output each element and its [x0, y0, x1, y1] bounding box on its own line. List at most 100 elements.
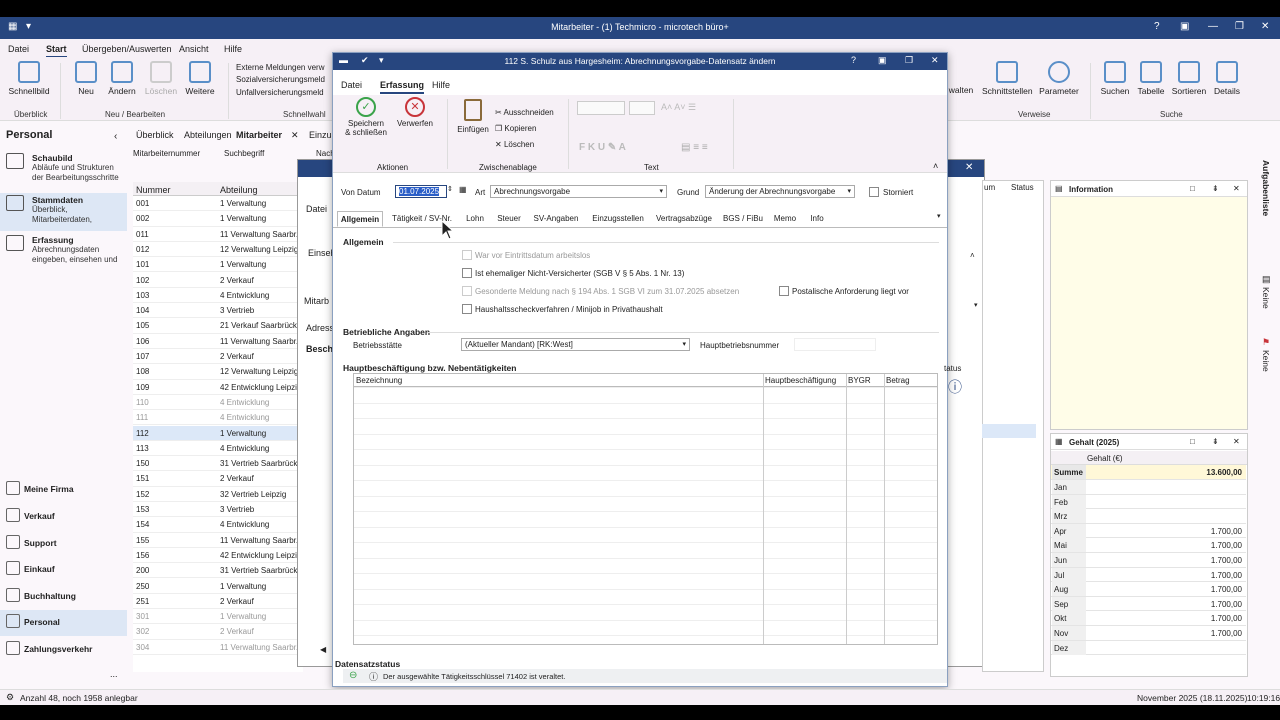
- salary-month-row[interactable]: Mrz: [1051, 509, 1246, 524]
- table-row[interactable]: 001 1 Verwaltung: [133, 196, 303, 212]
- nav-support[interactable]: Support: [0, 531, 127, 555]
- table-row[interactable]: 105 21 Verkauf Saarbrück: [133, 318, 303, 334]
- dialog-menu-datei[interactable]: Datei: [341, 80, 362, 90]
- save-close-button[interactable]: ✓ Speichern & schließen: [341, 97, 391, 137]
- edit-button[interactable]: Ändern: [106, 61, 138, 96]
- tab-sv-angaben[interactable]: SV-Angaben: [529, 211, 583, 227]
- table-row[interactable]: 152 32 Vertrieb Leipzig: [133, 487, 303, 502]
- tab-allgemein[interactable]: Allgemein: [337, 211, 383, 227]
- table-row[interactable]: 111 4 Entwicklung: [133, 410, 303, 426]
- tabs-dropdown-icon[interactable]: ▾: [937, 212, 941, 220]
- help-icon[interactable]: ?: [1154, 21, 1160, 32]
- table-row[interactable]: 011 11 Verwaltung Saarbr.: [133, 227, 303, 242]
- tab-lohn[interactable]: Lohn: [461, 211, 489, 227]
- font-family-select[interactable]: [577, 101, 625, 115]
- format-icons[interactable]: F K U ✎ A: [579, 142, 626, 153]
- table-row[interactable]: 155 11 Verwaltung Saarbr.: [133, 533, 303, 548]
- nav-zahlungsverkehr[interactable]: Zahlungsverkehr: [0, 637, 127, 661]
- new-button[interactable]: Neu: [72, 61, 100, 96]
- menu-hilfe[interactable]: Hilfe: [224, 44, 242, 54]
- details-button[interactable]: Details: [1212, 61, 1242, 96]
- table-row[interactable]: 154 4 Entwicklung: [133, 517, 303, 533]
- date-stepper-icon[interactable]: ⇕: [447, 185, 453, 193]
- panel-pin-icon[interactable]: ⇟: [1212, 437, 1219, 446]
- table-row[interactable]: 002 1 Verwaltung: [133, 211, 303, 227]
- tab-info[interactable]: Info: [805, 211, 829, 227]
- col-betrag[interactable]: Betrag: [886, 376, 910, 385]
- salary-month-row[interactable]: Nov 1.700,00: [1051, 626, 1246, 641]
- dlg2-adress[interactable]: Adress: [306, 323, 334, 333]
- menu-datei[interactable]: Datei: [8, 44, 29, 54]
- table-row[interactable]: 101 1 Verwaltung: [133, 257, 303, 273]
- table-row[interactable]: 106 11 Verwaltung Saarbr.: [133, 334, 303, 349]
- panel-restore-icon[interactable]: □: [1190, 184, 1195, 193]
- cut-button[interactable]: ✂ Ausschneiden: [495, 108, 554, 117]
- tab-steuer[interactable]: Steuer: [493, 211, 525, 227]
- col-hauptbeschaeftigung[interactable]: Hauptbeschäftigung: [765, 376, 836, 385]
- font-size-select[interactable]: [629, 101, 655, 115]
- panel-pin-icon[interactable]: ⇟: [1212, 184, 1219, 193]
- table-row[interactable]: 301 1 Verwaltung: [133, 609, 303, 625]
- side-tab-aufgabenliste[interactable]: Aufgabenliste: [1261, 160, 1271, 216]
- storniert-checkbox[interactable]: [869, 187, 879, 197]
- table-row[interactable]: 250 1 Verwaltung: [133, 579, 303, 594]
- social-reports-link[interactable]: Sozialversicherungsmeld: [236, 75, 325, 84]
- refresh-icon[interactable]: ⊖: [349, 670, 357, 681]
- restore-icon[interactable]: ▣: [1180, 21, 1189, 32]
- side-tab-keine-1[interactable]: Keine: [1261, 287, 1271, 309]
- more-button[interactable]: Weitere: [184, 61, 216, 96]
- tab-einzug[interactable]: Einzu: [309, 130, 332, 140]
- table-row[interactable]: 251 2 Verkauf: [133, 594, 303, 610]
- font-grow-icon[interactable]: A˄ A˅ ☰: [661, 102, 696, 113]
- salary-month-row[interactable]: Mai 1.700,00: [1051, 538, 1246, 553]
- table-button[interactable]: Tabelle: [1136, 61, 1166, 96]
- maximize-icon[interactable]: ❐: [905, 55, 913, 66]
- side-tab-1-icon[interactable]: ▤: [1262, 274, 1271, 285]
- chevron-up-icon[interactable]: ˄: [970, 251, 975, 260]
- collapse-ribbon-icon[interactable]: ˄: [933, 161, 938, 171]
- nav-verkauf[interactable]: Verkauf: [0, 504, 127, 528]
- table-row[interactable]: 304 11 Verwaltung Saarbr.: [133, 640, 303, 655]
- flag-icon[interactable]: ⚑: [1262, 337, 1270, 348]
- info-circle-icon[interactable]: ⓘ: [948, 377, 962, 397]
- paste-button[interactable]: Einfügen: [455, 99, 491, 134]
- salary-month-row[interactable]: Jan: [1051, 480, 1246, 495]
- table-row[interactable]: 153 3 Vertrieb: [133, 502, 303, 518]
- salary-month-row[interactable]: Jul 1.700,00: [1051, 567, 1246, 583]
- delete-button[interactable]: Löschen: [144, 61, 178, 96]
- ext-reports-link[interactable]: Externe Meldungen verw: [236, 63, 325, 72]
- table-row[interactable]: 103 4 Entwicklung: [133, 288, 303, 304]
- table-row[interactable]: 012 12 Verwaltung Leipzig: [133, 242, 303, 258]
- tab-bgs-fibu[interactable]: BGS / FiBu: [721, 211, 765, 227]
- help-icon[interactable]: ?: [851, 55, 856, 65]
- close-icon[interactable]: ✕: [931, 55, 939, 66]
- schaubild-button[interactable]: Schnellbild: [8, 61, 50, 96]
- tab-mitarbeiter[interactable]: Mitarbeiter: [236, 130, 282, 140]
- dlg2-menu-datei[interactable]: Datei: [306, 204, 327, 214]
- arbeitslos-checkbox[interactable]: [462, 250, 472, 260]
- tab-einzugsstellen[interactable]: Einzugsstellen: [589, 211, 647, 227]
- nav-buchhaltung[interactable]: Buchhaltung: [0, 584, 127, 608]
- delete-text-button[interactable]: ✕ Löschen: [495, 140, 534, 149]
- salary-month-row[interactable]: Jun 1.700,00: [1051, 553, 1246, 568]
- accident-reports-link[interactable]: Unfallversicherungsmeld: [236, 88, 324, 97]
- salary-month-row[interactable]: Aug 1.700,00: [1051, 582, 1246, 597]
- dropdown-icon[interactable]: ▾: [974, 301, 978, 309]
- salary-month-row[interactable]: Okt 1.700,00: [1051, 611, 1246, 626]
- col-department[interactable]: Abteilung: [220, 185, 258, 195]
- sidebar-item-stammdaten[interactable]: Stammdaten Überblick, Mitarbeiterdaten,: [0, 193, 127, 231]
- nav-personal[interactable]: Personal: [0, 610, 127, 636]
- gesonderte-meldung-checkbox[interactable]: [462, 286, 472, 296]
- nav-einkauf[interactable]: Einkauf: [0, 557, 127, 581]
- nav-meine-firma[interactable]: Meine Firma: [0, 477, 127, 501]
- table-row[interactable]: 151 2 Verkauf: [133, 471, 303, 487]
- betriebsstaette-select[interactable]: (Aktueller Mandant) [RK:West] ▾: [461, 338, 690, 351]
- tab-memo[interactable]: Memo: [771, 211, 799, 227]
- table-row[interactable]: 108 12 Verwaltung Leipzig: [133, 364, 303, 380]
- table-row[interactable]: 302 2 Verkauf: [133, 624, 303, 640]
- collapse-icon[interactable]: ‹: [114, 131, 117, 142]
- salary-month-row[interactable]: Apr 1.700,00: [1051, 523, 1246, 539]
- table-row[interactable]: 113 4 Entwicklung: [133, 441, 303, 457]
- dialog-menu-hilfe[interactable]: Hilfe: [432, 80, 450, 90]
- tab-ueberblick[interactable]: Überblick: [136, 130, 174, 140]
